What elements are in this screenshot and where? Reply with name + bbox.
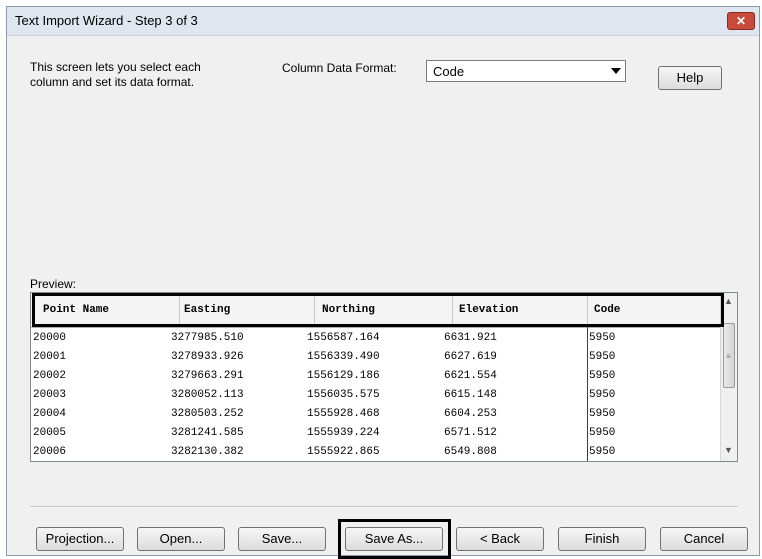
cell-easting: 3279663.291 xyxy=(171,370,244,382)
cell-code: 5950 xyxy=(589,408,616,420)
cell-easting: 3282130.382 xyxy=(171,446,244,458)
header-easting[interactable]: Easting xyxy=(184,304,230,316)
preview-header-row: Point Name Easting Northing Elevation Co… xyxy=(31,293,721,328)
cell-northing: 1555939.224 xyxy=(307,427,380,439)
cell-easting: 3281241.585 xyxy=(171,427,244,439)
cell-point-name: 20002 xyxy=(33,370,67,382)
projection-button[interactable]: Projection... xyxy=(36,527,124,551)
cell-northing: 1556129.186 xyxy=(307,370,380,382)
column-data-format-label: Column Data Format: xyxy=(282,61,397,75)
cell-elevation: 6621.554 xyxy=(444,370,497,382)
scroll-up-icon[interactable]: ▲ xyxy=(724,296,733,306)
cell-code: 5950 xyxy=(589,389,616,401)
save-button[interactable]: Save... xyxy=(238,527,326,551)
header-elevation[interactable]: Elevation xyxy=(459,304,518,316)
code-column-divider xyxy=(587,327,588,461)
grip-icon: ≡ xyxy=(726,352,731,361)
cell-easting: 3280503.252 xyxy=(171,408,244,420)
cell-elevation: 6604.253 xyxy=(444,408,497,420)
cell-elevation: 6571.512 xyxy=(444,427,497,439)
cell-code: 5950 xyxy=(589,332,616,344)
cell-elevation: 6615.148 xyxy=(444,389,497,401)
save-as-button[interactable]: Save As... xyxy=(345,527,443,551)
description-line-2: column and set its data format. xyxy=(30,75,195,89)
cell-point-name: 20001 xyxy=(33,351,67,363)
back-button[interactable]: < Back xyxy=(456,527,544,551)
cell-point-name: 20003 xyxy=(33,389,67,401)
cell-code: 5950 xyxy=(589,427,616,439)
cell-code: 5950 xyxy=(589,351,616,363)
column-data-format-value: Code xyxy=(433,64,465,79)
cell-elevation: 6631.921 xyxy=(444,332,497,344)
column-divider[interactable] xyxy=(452,293,453,327)
cell-elevation: 6627.619 xyxy=(444,351,497,363)
open-button[interactable]: Open... xyxy=(137,527,225,551)
header-code[interactable]: Code xyxy=(594,304,620,316)
preview-grid[interactable]: Point Name Easting Northing Elevation Co… xyxy=(30,292,738,462)
cell-point-name: 20006 xyxy=(33,446,67,458)
cell-point-name: 20000 xyxy=(33,332,67,344)
cell-northing: 1556587.164 xyxy=(307,332,380,344)
vertical-scrollbar[interactable]: ▲ ≡ ▼ xyxy=(720,293,737,461)
cell-northing: 1556035.575 xyxy=(307,389,380,401)
close-button[interactable]: ✕ xyxy=(727,12,755,30)
cell-easting: 3280052.113 xyxy=(171,389,244,401)
description-text: This screen lets you select each column … xyxy=(30,60,270,90)
cell-northing: 1556339.490 xyxy=(307,351,380,363)
scroll-down-icon[interactable]: ▼ xyxy=(724,445,733,455)
window-title: Text Import Wizard - Step 3 of 3 xyxy=(15,13,198,28)
cell-point-name: 20004 xyxy=(33,408,67,420)
cell-northing: 1555928.468 xyxy=(307,408,380,420)
cancel-button[interactable]: Cancel xyxy=(660,527,748,551)
cell-elevation: 6549.808 xyxy=(444,446,497,458)
cell-point-name: 20005 xyxy=(33,427,67,439)
column-divider[interactable] xyxy=(314,293,315,327)
column-divider[interactable] xyxy=(179,293,180,327)
column-divider[interactable] xyxy=(587,293,588,327)
description-line-1: This screen lets you select each xyxy=(30,60,201,74)
scrollbar-thumb[interactable]: ≡ xyxy=(723,323,735,388)
header-point-name[interactable]: Point Name xyxy=(43,304,109,316)
cell-code: 5950 xyxy=(589,446,616,458)
divider xyxy=(30,506,738,507)
preview-label: Preview: xyxy=(30,277,77,291)
chevron-down-icon[interactable] xyxy=(611,68,621,74)
title-bar: Text Import Wizard - Step 3 of 3 ✕ xyxy=(7,7,759,36)
cell-easting: 3278933.926 xyxy=(171,351,244,363)
help-button[interactable]: Help xyxy=(658,66,722,90)
cell-easting: 3277985.510 xyxy=(171,332,244,344)
column-data-format-select[interactable]: Code xyxy=(426,60,626,82)
finish-button[interactable]: Finish xyxy=(558,527,646,551)
cell-northing: 1555922.865 xyxy=(307,446,380,458)
header-northing[interactable]: Northing xyxy=(322,304,375,316)
cell-code: 5950 xyxy=(589,370,616,382)
